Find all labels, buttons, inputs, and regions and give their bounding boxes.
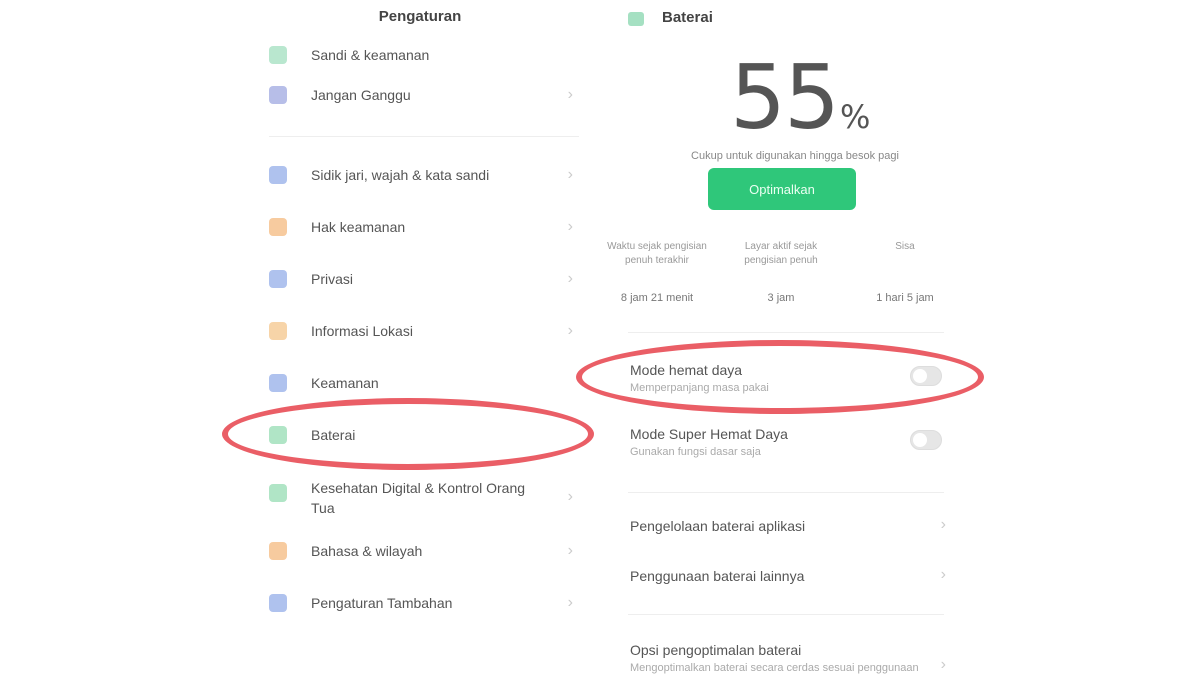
app-battery-management-row[interactable]: Pengelolaan baterai aplikasi › xyxy=(630,512,950,542)
more-settings-icon xyxy=(269,594,287,612)
super-power-saving-mode-row[interactable]: Mode Super Hemat Daya Gunakan fungsi das… xyxy=(630,426,950,470)
settings-item-label: Bahasa & wilayah xyxy=(311,543,423,559)
super-power-saving-mode-subtitle: Gunakan fungsi dasar saja xyxy=(630,446,761,458)
power-saving-mode-title: Mode hemat daya xyxy=(630,362,743,378)
super-power-saving-toggle[interactable] xyxy=(910,430,942,450)
location-icon xyxy=(269,322,287,340)
power-saving-mode-subtitle: Memperpanjang masa pakai xyxy=(630,382,769,394)
chevron-right-icon: › xyxy=(567,542,573,559)
settings-item-do-not-disturb[interactable]: Jangan Ganggu › xyxy=(255,76,585,116)
settings-item-label: Privasi xyxy=(311,271,354,287)
power-saving-toggle[interactable] xyxy=(910,366,942,386)
battery-title: Baterai xyxy=(662,9,713,26)
battery-optimization-title: Opsi pengoptimalan baterai xyxy=(630,642,802,658)
chevron-right-icon: › xyxy=(567,488,573,505)
chevron-right-icon: › xyxy=(940,516,946,533)
chevron-right-icon: › xyxy=(567,594,573,611)
chevron-right-icon: › xyxy=(940,656,946,673)
settings-item-fingerprint[interactable]: Sidik jari, wajah & kata sandi › xyxy=(255,156,585,196)
settings-item-label: Hak keamanan xyxy=(311,219,406,235)
settings-item-security[interactable]: Keamanan xyxy=(255,364,585,404)
settings-item-label: Jangan Ganggu xyxy=(311,87,411,103)
stat-value: 3 jam xyxy=(767,292,795,304)
battery-percent-value: 55 xyxy=(730,46,840,149)
app-battery-management-title: Pengelolaan baterai aplikasi xyxy=(630,518,806,534)
chevron-right-icon: › xyxy=(567,270,573,287)
settings-item-additional[interactable]: Pengaturan Tambahan › xyxy=(255,584,585,624)
chevron-right-icon: › xyxy=(567,322,573,339)
stat-caption: Sisa xyxy=(895,241,915,252)
percent-sign: % xyxy=(839,98,871,136)
divider xyxy=(628,614,944,615)
settings-item-label: Pengaturan Tambahan xyxy=(311,595,453,611)
other-battery-usage-title: Penggunaan baterai lainnya xyxy=(630,568,805,584)
settings-item-battery[interactable]: Baterai xyxy=(255,416,585,456)
settings-item-digital-wellbeing[interactable]: Kesehatan Digital & Kontrol Orang Tua › xyxy=(255,474,585,520)
battery-panel: Baterai 55% Cukup untuk digunakan hingga… xyxy=(600,0,960,675)
battery-icon xyxy=(269,426,287,444)
language-icon xyxy=(269,542,287,560)
settings-item-label: Keamanan xyxy=(311,375,379,391)
stat-value: 1 hari 5 jam xyxy=(876,292,934,304)
settings-item-privacy[interactable]: Privasi › xyxy=(255,260,585,300)
moon-icon xyxy=(269,86,287,104)
divider xyxy=(628,332,944,333)
chevron-right-icon: › xyxy=(567,218,573,235)
super-power-saving-mode-title: Mode Super Hemat Daya xyxy=(630,426,788,442)
stat-caption: Layar aktif sejak pengisian penuh xyxy=(744,241,818,266)
settings-item-security-cut[interactable]: Sandi & keamanan xyxy=(255,36,585,76)
fingerprint-icon xyxy=(269,166,287,184)
settings-item-security-rights[interactable]: Hak keamanan › xyxy=(255,208,585,248)
settings-item-label: Kesehatan Digital & Kontrol Orang Tua xyxy=(311,480,526,516)
shield-icon xyxy=(269,218,287,236)
battery-optimization-subtitle: Mengoptimalkan baterai secara cerdas ses… xyxy=(630,662,919,674)
stat-caption: Waktu sejak pengisian penuh terakhir xyxy=(607,241,707,266)
settings-item-label: Sandi & keamanan xyxy=(311,47,430,63)
stat-since-full-charge: Waktu sejak pengisian penuh terakhir 8 j… xyxy=(602,240,712,304)
settings-item-label: Informasi Lokasi xyxy=(311,323,413,339)
battery-status-text: Cukup untuk digunakan hingga besok pagi xyxy=(691,150,899,162)
digital-wellbeing-icon xyxy=(269,484,287,502)
stat-value: 8 jam 21 menit xyxy=(620,292,694,304)
chevron-right-icon: › xyxy=(940,566,946,583)
settings-item-location[interactable]: Informasi Lokasi › xyxy=(255,312,585,352)
other-battery-usage-row[interactable]: Penggunaan baterai lainnya › xyxy=(630,562,950,592)
stat-screen-on: Layar aktif sejak pengisian penuh 3 jam xyxy=(726,240,836,304)
power-saving-mode-row[interactable]: Mode hemat daya Memperpanjang masa pakai xyxy=(630,362,950,406)
battery-optimization-options-row[interactable]: Opsi pengoptimalan baterai Mengoptimalka… xyxy=(630,636,950,675)
privacy-icon xyxy=(269,270,287,288)
battery-icon xyxy=(628,12,644,26)
settings-item-label: Sidik jari, wajah & kata sandi xyxy=(311,167,490,183)
divider xyxy=(269,136,579,137)
divider xyxy=(628,492,944,493)
chevron-right-icon: › xyxy=(567,166,573,183)
settings-item-label: Baterai xyxy=(311,427,356,443)
settings-title: Pengaturan xyxy=(378,8,462,25)
key-icon xyxy=(269,46,287,64)
chevron-right-icon: › xyxy=(567,86,573,103)
lock-icon xyxy=(269,374,287,392)
settings-item-language[interactable]: Bahasa & wilayah › xyxy=(255,532,585,572)
stat-remaining: Sisa 1 hari 5 jam xyxy=(850,240,960,304)
optimize-button[interactable]: Optimalkan xyxy=(708,168,856,210)
screen: Pengaturan Sandi & keamanan Jangan Gangg… xyxy=(0,0,1200,675)
settings-panel: Pengaturan Sandi & keamanan Jangan Gangg… xyxy=(255,0,585,675)
